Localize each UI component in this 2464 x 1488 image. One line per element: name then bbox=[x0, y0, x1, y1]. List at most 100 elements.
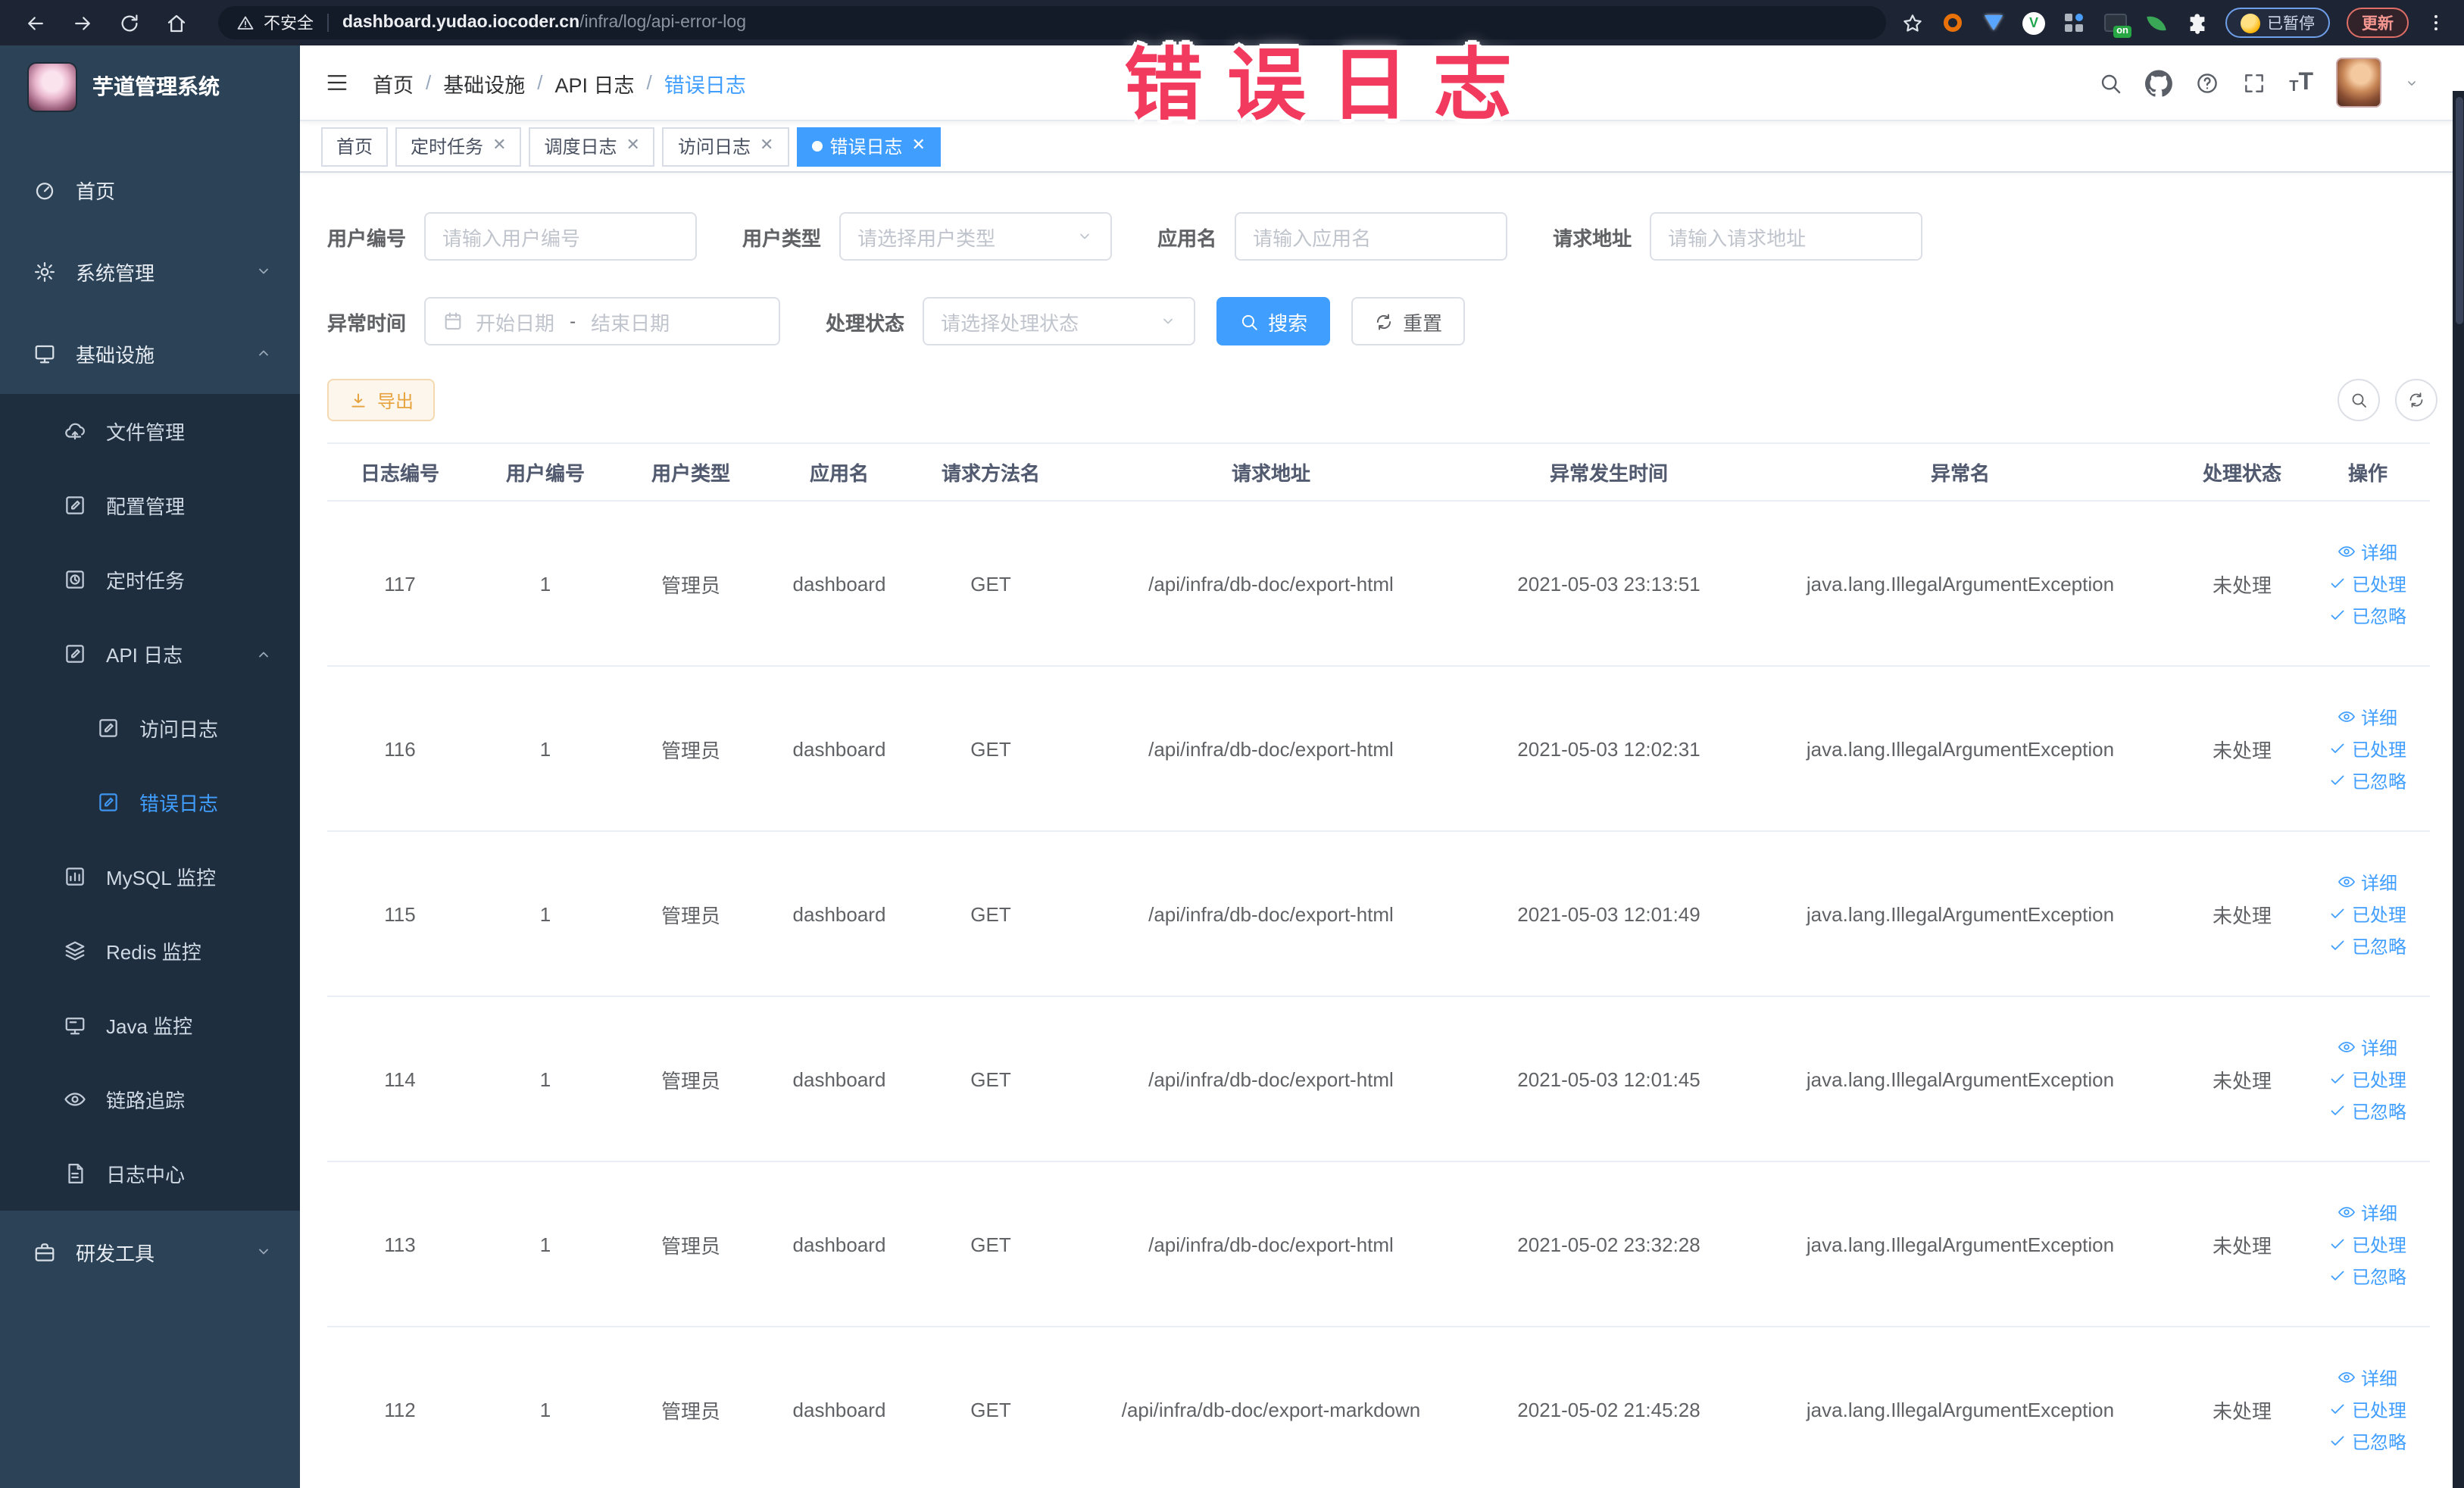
action-已处理[interactable]: 已处理 bbox=[2329, 736, 2406, 761]
search-button[interactable]: 搜索 bbox=[1216, 297, 1331, 345]
github-icon[interactable] bbox=[2145, 69, 2173, 96]
close-icon[interactable]: ✕ bbox=[492, 137, 506, 155]
sidebar-item-log-center[interactable]: 日志中心 bbox=[0, 1136, 300, 1211]
paused-badge[interactable]: 已暂停 bbox=[2225, 8, 2330, 38]
help-icon[interactable] bbox=[2195, 70, 2219, 95]
action-详细[interactable]: 详细 bbox=[2338, 539, 2397, 564]
cell-user-type: 管理员 bbox=[661, 1234, 720, 1257]
sidebar-item-config[interactable]: 配置管理 bbox=[0, 468, 300, 542]
search-icon[interactable] bbox=[2098, 70, 2122, 95]
sidebar-item-error-log[interactable]: 错误日志 bbox=[0, 765, 300, 839]
sidebar: 芋道管理系统 首页 系统管理 基础设施 文件管理 配置管理 定时任务 API 日… bbox=[0, 45, 300, 1488]
action-详细[interactable]: 详细 bbox=[2338, 1034, 2397, 1060]
extension-grid-icon[interactable] bbox=[2063, 11, 2087, 35]
forward-icon[interactable] bbox=[71, 11, 94, 34]
avatar[interactable] bbox=[2336, 58, 2381, 108]
fullscreen-icon[interactable] bbox=[2242, 70, 2266, 95]
hamburger-icon[interactable] bbox=[324, 71, 350, 94]
close-icon[interactable]: ✕ bbox=[760, 137, 773, 155]
table-toolbar: 导出 bbox=[327, 379, 2437, 421]
extension-v-icon[interactable]: V bbox=[2022, 11, 2046, 35]
sidebar-item-access-log[interactable]: 访问日志 bbox=[0, 691, 300, 765]
update-button[interactable]: 更新 bbox=[2347, 8, 2409, 38]
sidebar-item-java[interactable]: Java 监控 bbox=[0, 988, 300, 1062]
bookmark-star-icon[interactable] bbox=[1900, 11, 1923, 34]
refresh-button[interactable] bbox=[2395, 379, 2437, 421]
table-body: 117 1 管理员 dashboard GET/api/infra/db-doc/exp… bbox=[327, 502, 2430, 1488]
tabs-bar: 首页 定时任务 ✕ 调度日志 ✕ 访问日志 ✕ 错误日志 ✕ bbox=[300, 121, 2464, 173]
scrollbar-thumb[interactable] bbox=[2455, 97, 2462, 324]
column-header: 用户编号 bbox=[505, 462, 585, 485]
url-bar[interactable]: 不安全 dashboard.yudao.iocoder.cn /infra/lo… bbox=[218, 6, 1885, 39]
request-url-input[interactable]: 请输入请求地址 bbox=[1650, 212, 1923, 261]
action-已忽略[interactable]: 已忽略 bbox=[2329, 602, 2406, 628]
cell-method: GET bbox=[970, 902, 1011, 925]
breadcrumb-separator: / bbox=[426, 71, 432, 94]
reload-icon[interactable] bbox=[118, 11, 141, 34]
close-icon[interactable]: ✕ bbox=[626, 137, 640, 155]
action-详细[interactable]: 详细 bbox=[2338, 1365, 2397, 1390]
extensions-puzzle-icon[interactable] bbox=[2185, 11, 2208, 34]
action-已处理[interactable]: 已处理 bbox=[2329, 1396, 2406, 1422]
action-详细[interactable]: 详细 bbox=[2338, 869, 2397, 895]
browser-menu-icon[interactable] bbox=[2425, 12, 2447, 33]
check-icon bbox=[2329, 1070, 2347, 1088]
check-icon bbox=[2329, 1267, 2347, 1285]
action-详细[interactable]: 详细 bbox=[2338, 704, 2397, 730]
sidebar-item-job[interactable]: 定时任务 bbox=[0, 542, 300, 617]
action-已忽略[interactable]: 已忽略 bbox=[2329, 1428, 2406, 1454]
action-已处理[interactable]: 已处理 bbox=[2329, 901, 2406, 927]
user-type-select[interactable]: 请选择用户类型 bbox=[839, 212, 1113, 261]
close-icon[interactable]: ✕ bbox=[911, 137, 925, 155]
reset-button[interactable]: 重置 bbox=[1351, 297, 1466, 345]
action-详细[interactable]: 详细 bbox=[2338, 1199, 2397, 1225]
sidebar-item-infra[interactable]: 基础设施 bbox=[0, 312, 300, 394]
action-已忽略[interactable]: 已忽略 bbox=[2329, 767, 2406, 793]
date-range-input[interactable]: 开始日期 - 结束日期 bbox=[424, 297, 781, 345]
process-status-select[interactable]: 请选择处理状态 bbox=[923, 297, 1196, 345]
sidebar-item-home[interactable]: 首页 bbox=[0, 148, 300, 230]
sidebar-item-dev-tools[interactable]: 研发工具 bbox=[0, 1211, 300, 1293]
breadcrumb-infra[interactable]: 基础设施 bbox=[443, 67, 525, 98]
search-icon bbox=[2350, 391, 2368, 409]
app-name-input[interactable]: 请输入应用名 bbox=[1235, 212, 1508, 261]
action-已处理[interactable]: 已处理 bbox=[2329, 1066, 2406, 1092]
tab-3[interactable]: 访问日志 ✕ bbox=[662, 127, 789, 166]
export-button[interactable]: 导出 bbox=[327, 379, 436, 421]
security-label: 不安全 bbox=[264, 15, 314, 33]
scrollbar[interactable] bbox=[2453, 91, 2464, 1488]
eye-icon bbox=[2338, 1038, 2356, 1056]
sidebar-item-file[interactable]: 文件管理 bbox=[0, 394, 300, 468]
tab-2[interactable]: 调度日志 ✕ bbox=[529, 127, 655, 166]
tab-1[interactable]: 定时任务 ✕ bbox=[395, 127, 522, 166]
extension-blue-icon[interactable] bbox=[1981, 11, 2005, 35]
breadcrumb-api-log[interactable]: API 日志 bbox=[555, 67, 635, 98]
action-已忽略[interactable]: 已忽略 bbox=[2329, 1263, 2406, 1289]
font-size-icon[interactable]: TT bbox=[2289, 70, 2313, 95]
action-已处理[interactable]: 已处理 bbox=[2329, 571, 2406, 596]
tab-0[interactable]: 首页 bbox=[321, 127, 389, 166]
sidebar-item-redis[interactable]: Redis 监控 bbox=[0, 914, 300, 988]
tab-4[interactable]: 错误日志 ✕ bbox=[796, 127, 941, 166]
sidebar-item-label: 定时任务 bbox=[106, 570, 186, 592]
sidebar-item-api-log[interactable]: API 日志 bbox=[0, 617, 300, 691]
action-已忽略[interactable]: 已忽略 bbox=[2329, 1098, 2406, 1124]
extension-on-icon[interactable]: on bbox=[2103, 11, 2131, 38]
sidebar-item-system[interactable]: 系统管理 bbox=[0, 230, 300, 312]
sidebar-item-trace[interactable]: 链路追踪 bbox=[0, 1062, 300, 1136]
cell-url: /api/infra/db-doc/export-html bbox=[1148, 572, 1394, 595]
home-icon[interactable] bbox=[165, 11, 188, 34]
breadcrumb-home[interactable]: 首页 bbox=[373, 67, 414, 98]
extension-leaf-icon[interactable] bbox=[2144, 11, 2169, 35]
action-已处理[interactable]: 已处理 bbox=[2329, 1231, 2406, 1257]
toggle-search-button[interactable] bbox=[2338, 379, 2380, 421]
sidebar-item-mysql[interactable]: MySQL 监控 bbox=[0, 839, 300, 914]
back-icon[interactable] bbox=[24, 11, 47, 34]
app-logo-row[interactable]: 芋道管理系统 bbox=[0, 45, 300, 127]
action-已忽略[interactable]: 已忽略 bbox=[2329, 933, 2406, 958]
user-id-input[interactable]: 请输入用户编号 bbox=[424, 212, 698, 261]
chevron-down-icon[interactable] bbox=[2404, 75, 2419, 90]
extension-orange-icon[interactable] bbox=[1940, 11, 1964, 35]
cell-user-id: 1 bbox=[539, 1398, 551, 1421]
cell-user-type: 管理员 bbox=[661, 739, 720, 761]
